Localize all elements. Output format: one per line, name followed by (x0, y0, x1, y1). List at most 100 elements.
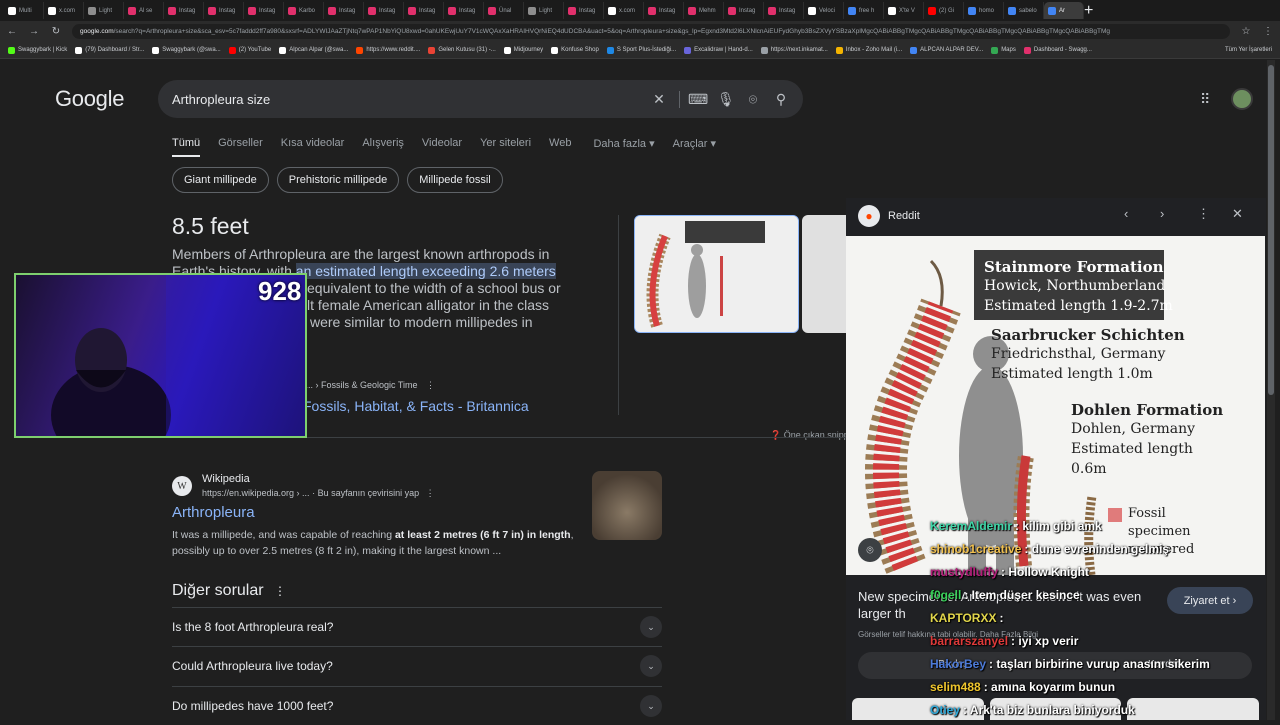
bookmark-item[interactable]: S Sport Plus-İstediği... (606, 46, 676, 54)
browser-tab[interactable]: x.com (604, 2, 644, 19)
bookmark-item[interactable]: https://next.inkamat... (760, 46, 828, 54)
result-thumbnail[interactable] (592, 471, 662, 540)
chat-message: KeremAldemir: kilim gibi amk (930, 515, 1260, 538)
next-icon[interactable]: › (1160, 206, 1164, 221)
bookmark-item[interactable]: Swaggybark | Kick (8, 46, 67, 54)
google-logo[interactable]: Google (55, 86, 124, 112)
extensions-icon[interactable]: ⋮ (1262, 26, 1274, 37)
browser-tab[interactable]: Karbo (284, 2, 324, 19)
tab-1[interactable]: Görseller (218, 137, 263, 157)
chevron-down-icon[interactable]: ⌄ (640, 616, 662, 638)
browser-tab[interactable]: Instag (164, 2, 204, 19)
browser-tab[interactable]: Instag (724, 2, 764, 19)
browser-tab[interactable]: Instag (764, 2, 804, 19)
tab-4[interactable]: Videolar (422, 137, 462, 157)
browser-tab[interactable]: Multi (4, 2, 44, 19)
more-options-icon[interactable]: ⋮ (1197, 206, 1210, 222)
browser-tab[interactable]: Instag (324, 2, 364, 19)
tab-7[interactable]: Daha fazla ▾ (593, 137, 654, 157)
result-title-link[interactable]: Arthropleura (172, 504, 255, 521)
lens-icon[interactable]: ⌾ (745, 91, 761, 108)
browser-tab[interactable]: Al se (124, 2, 164, 19)
bookmark-item[interactable]: ALPCAN ALPAR DEV... (910, 46, 983, 54)
bookmark-item[interactable]: Swaggybark (@swa... (152, 46, 221, 54)
chevron-down-icon[interactable]: ⌄ (640, 695, 662, 717)
clear-icon[interactable]: ✕ (651, 91, 667, 108)
url-field[interactable]: google.com/search?q=Arthropleura+size&sc… (72, 24, 1230, 39)
tab-5[interactable]: Yer siteleri (480, 137, 531, 157)
browser-tab[interactable]: Mehm (684, 2, 724, 19)
bookmark-item[interactable]: Excalidraw | Hand-d... (684, 46, 753, 54)
refinement-chip[interactable]: Giant millipede (172, 167, 269, 193)
browser-tab[interactable]: Veloci (804, 2, 844, 19)
refinement-chip[interactable]: Prehistoric millipede (276, 167, 400, 193)
faq-item[interactable]: Is the 8 foot Arthropleura real? ⌄ (172, 607, 662, 646)
translate-link[interactable]: Bu sayfanın çevirisini yap (318, 488, 420, 498)
reload-icon[interactable]: ↻ (50, 26, 62, 37)
browser-tab[interactable]: Instag (244, 2, 284, 19)
panel-source-name[interactable]: Reddit (888, 210, 920, 222)
browser-tab[interactable]: Ar (1044, 2, 1084, 19)
tab-2[interactable]: Kısa videolar (281, 137, 345, 157)
bookmark-item[interactable]: (79) Dashboard / Str... (75, 46, 144, 54)
browser-tab[interactable]: sabelo (1004, 2, 1044, 19)
browser-tab[interactable]: Instag (364, 2, 404, 19)
bookmark-item[interactable]: Konfuse Shop (551, 46, 599, 54)
bookmark-item[interactable]: Midjourney (503, 46, 543, 54)
forward-icon[interactable]: → (28, 26, 40, 37)
bookmark-item[interactable]: Inbox - Zoho Mail (i... (835, 46, 902, 54)
featured-image-secondary[interactable] (802, 215, 846, 333)
keyboard-icon[interactable]: ⌨ (679, 90, 708, 108)
browser-tab[interactable]: Instag (204, 2, 244, 19)
tab-0[interactable]: Tümü (172, 137, 201, 157)
bookmark-item[interactable]: Alpcan Alpar (@swa... (279, 46, 348, 54)
tab-6[interactable]: Web (549, 137, 571, 157)
more-options-icon[interactable]: ⋮ (426, 380, 435, 390)
bookmark-item[interactable]: https://www.reddit.... (356, 46, 420, 54)
browser-tab[interactable]: Ünal (484, 2, 524, 19)
more-options-icon[interactable]: ⋮ (274, 584, 286, 598)
microphone-icon[interactable]: 🎙 (717, 91, 735, 108)
browser-tab[interactable]: x.com (44, 2, 84, 19)
browser-tab[interactable]: Instag (444, 2, 484, 19)
bookmark-label: https://next.inkamat... (770, 47, 828, 53)
previous-icon[interactable]: ‹ (1124, 206, 1128, 221)
avatar[interactable] (1231, 88, 1253, 110)
browser-tab[interactable]: Light (524, 2, 564, 19)
bookmark-item[interactable]: Gelen Kutusu (31) -... (428, 46, 496, 54)
refinement-chip[interactable]: Millipede fossil (407, 167, 503, 193)
search-input[interactable]: Arthropleura size (172, 92, 639, 107)
browser-tab[interactable]: Light (84, 2, 124, 19)
lens-search-icon[interactable]: ⌾ (858, 538, 882, 562)
browser-tab[interactable]: Instag (644, 2, 684, 19)
bookmark-item[interactable]: (2) YouTube (228, 46, 271, 54)
bookmark-item[interactable]: Maps (991, 46, 1016, 54)
faq-item[interactable]: Could Arthropleura live today? ⌄ (172, 646, 662, 685)
browser-tab[interactable]: Instag (404, 2, 444, 19)
faq-item[interactable]: Do millipedes have 1000 feet? ⌄ (172, 686, 662, 725)
all-bookmarks-link[interactable]: Tüm Yer İşaretleri (1225, 47, 1272, 53)
search-icon[interactable]: ⚲ (773, 91, 789, 108)
wikipedia-icon: W (172, 476, 192, 496)
browser-tab[interactable]: Instag (564, 2, 604, 19)
more-options-icon[interactable]: ⋮ (426, 488, 435, 498)
browser-tab[interactable]: homo (964, 2, 1004, 19)
close-icon[interactable]: ✕ (1232, 206, 1243, 222)
search-box[interactable]: Arthropleura size ✕ ⌨ 🎙 ⌾ ⚲ (158, 80, 803, 118)
bookmark-star-icon[interactable]: ☆ (1240, 26, 1252, 37)
chevron-down-icon[interactable]: ⌄ (640, 655, 662, 677)
scrollbar-thumb[interactable] (1268, 65, 1274, 395)
browser-tab[interactable]: free h (844, 2, 884, 19)
browser-tab[interactable]: (2) Gi (924, 2, 964, 19)
new-tab-icon[interactable]: + (1084, 2, 1093, 20)
tab-3[interactable]: Alışveriş (362, 137, 404, 157)
bookmark-item[interactable]: Dashboard - Swagg... (1023, 46, 1092, 54)
tab-favicon-icon (1048, 6, 1056, 15)
featured-image[interactable] (634, 215, 799, 333)
tab-8[interactable]: Araçlar ▾ (673, 137, 716, 157)
apps-grid-icon[interactable]: ⠿ (1200, 91, 1210, 108)
back-icon[interactable]: ← (6, 26, 18, 37)
source-title-link[interactable]: Fossils, Habitat, & Facts - Britannica (303, 398, 529, 414)
result-site-name[interactable]: Wikipedia (202, 473, 250, 485)
browser-tab[interactable]: X'te V (884, 2, 924, 19)
